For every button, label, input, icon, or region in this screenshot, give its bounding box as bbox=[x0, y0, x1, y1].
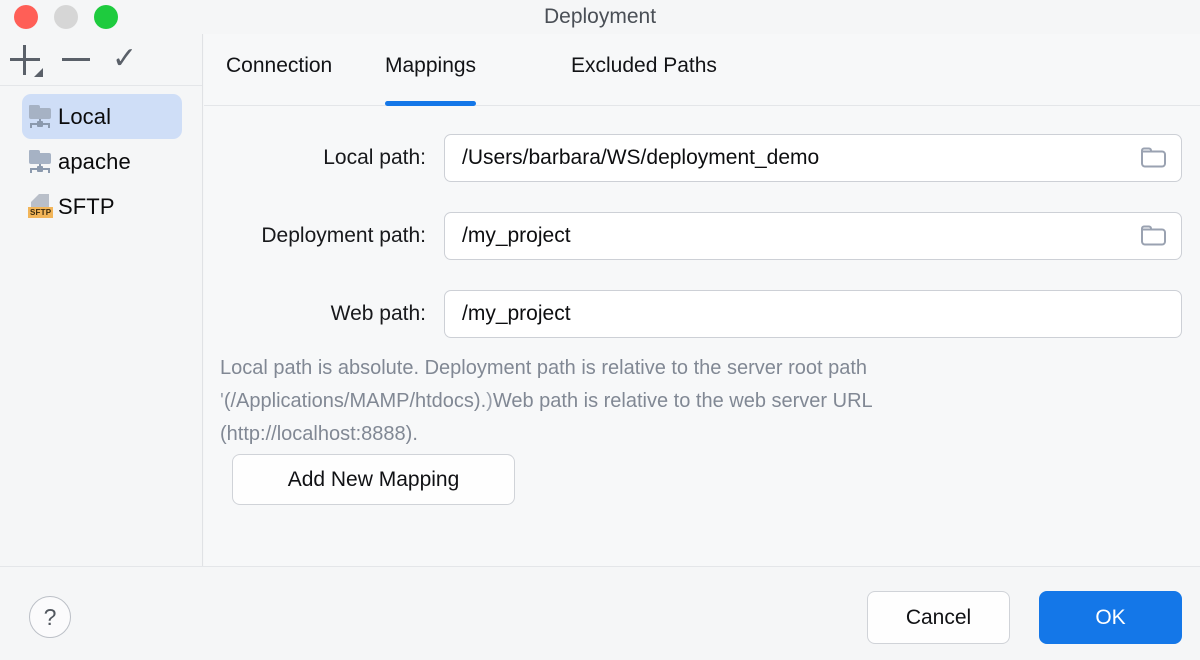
tab-connection[interactable]: Connection bbox=[226, 34, 332, 106]
deployment-path-label: Deployment path: bbox=[204, 212, 426, 260]
chevron-down-icon bbox=[34, 68, 43, 77]
folder-browse-icon[interactable] bbox=[1141, 148, 1167, 169]
local-path-row: Local path: /Users/barbara/WS/deployment… bbox=[204, 134, 1200, 182]
check-icon: ✓ bbox=[112, 41, 137, 77]
web-path-input[interactable]: /my_project bbox=[444, 290, 1182, 338]
deployment-dialog: Deployment ✓ Local bbox=[0, 0, 1200, 660]
sidebar-item-sftp[interactable]: SFTP SFTP bbox=[22, 184, 182, 229]
sidebar-item-label: Local bbox=[58, 104, 111, 130]
hint-line-2-main: (/Applications/MAMP/htdocs). bbox=[224, 390, 486, 412]
hint-line-1: Local path is absolute. Deployment path … bbox=[220, 352, 1100, 385]
deployment-path-value: /my_project bbox=[462, 213, 1131, 259]
dialog-footer: ? Cancel OK bbox=[0, 566, 1200, 660]
tab-mappings[interactable]: Mappings bbox=[385, 34, 476, 106]
hint-quote-close: ) bbox=[486, 390, 493, 412]
local-path-input[interactable]: /Users/barbara/WS/deployment_demo bbox=[444, 134, 1182, 182]
window-title: Deployment bbox=[0, 0, 1200, 34]
settings-panel: Connection Mappings Excluded Paths Local… bbox=[204, 34, 1200, 566]
hint-line-2: '(/Applications/MAMP/htdocs).)Web path i… bbox=[220, 385, 1100, 418]
plus-icon-vertical bbox=[23, 45, 26, 75]
tab-label: Mappings bbox=[385, 54, 476, 77]
folder-network-icon bbox=[28, 149, 56, 175]
web-path-row: Web path: /my_project bbox=[204, 290, 1200, 338]
minus-icon bbox=[62, 58, 90, 61]
help-button[interactable]: ? bbox=[29, 596, 71, 638]
hint-line-3: (http://localhost:8888). bbox=[220, 418, 1100, 451]
hint-line-2-rest: Web path is relative to the web server U… bbox=[493, 390, 873, 412]
local-path-value: /Users/barbara/WS/deployment_demo bbox=[462, 135, 1131, 181]
tab-label: Excluded Paths bbox=[571, 54, 717, 77]
add-server-button[interactable] bbox=[6, 42, 44, 78]
sidebar-toolbar: ✓ bbox=[0, 34, 202, 86]
sftp-document-icon: SFTP bbox=[28, 194, 56, 220]
local-path-label: Local path: bbox=[204, 134, 426, 182]
server-list: Local apache SFTP SFTP bbox=[0, 86, 202, 229]
cancel-button[interactable]: Cancel bbox=[867, 591, 1010, 644]
remove-server-button[interactable] bbox=[58, 42, 96, 78]
tab-excluded-paths[interactable]: Excluded Paths bbox=[571, 34, 717, 106]
title-bar: Deployment bbox=[0, 0, 1200, 34]
sidebar-item-local[interactable]: Local bbox=[22, 94, 182, 139]
folder-network-icon bbox=[28, 104, 56, 130]
web-path-value: /my_project bbox=[462, 291, 1131, 337]
deployment-path-input[interactable]: /my_project bbox=[444, 212, 1182, 260]
deployment-path-row: Deployment path: /my_project bbox=[204, 212, 1200, 260]
use-as-default-button[interactable]: ✓ bbox=[110, 42, 148, 78]
tab-label: Connection bbox=[226, 54, 332, 77]
hint-text: Local path is absolute. Deployment path … bbox=[220, 352, 1100, 451]
add-new-mapping-button[interactable]: Add New Mapping bbox=[232, 454, 515, 505]
tab-underline bbox=[385, 101, 476, 106]
folder-browse-icon[interactable] bbox=[1141, 226, 1167, 247]
sftp-badge: SFTP bbox=[28, 207, 53, 218]
sidebar-item-apache[interactable]: apache bbox=[22, 139, 182, 184]
server-sidebar: ✓ Local apache SFT bbox=[0, 34, 203, 566]
web-path-label: Web path: bbox=[204, 290, 426, 338]
ok-button[interactable]: OK bbox=[1039, 591, 1182, 644]
sidebar-item-label: SFTP bbox=[58, 194, 115, 220]
sidebar-item-label: apache bbox=[58, 149, 131, 175]
tab-bar: Connection Mappings Excluded Paths bbox=[204, 34, 1200, 106]
